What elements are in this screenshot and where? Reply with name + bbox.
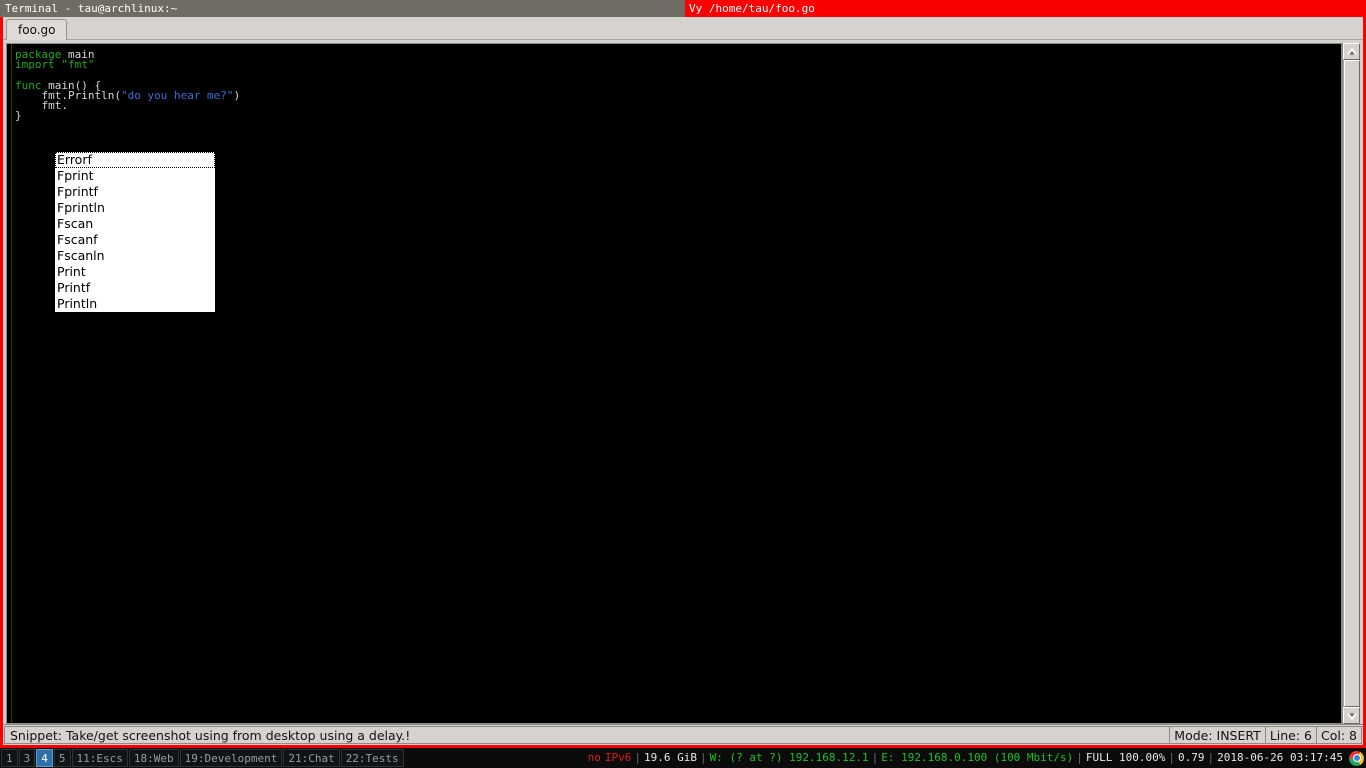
autocomplete-item-fprintf[interactable]: Fprintf: [55, 184, 215, 200]
autocomplete-item-print[interactable]: Print: [55, 264, 215, 280]
tray-wifi: W: (? at ?) 192.168.12.1: [709, 751, 869, 764]
code-token: }: [15, 109, 22, 123]
autocomplete-item-println[interactable]: Println: [55, 296, 215, 312]
status-col: Col: 8: [1316, 726, 1362, 744]
workspace-button-22-tests[interactable]: 22:Tests: [340, 749, 404, 767]
code-token: fmt.: [15, 98, 68, 112]
tray-load: 0.79: [1178, 751, 1205, 764]
workspace-button-18-web[interactable]: 18:Web: [128, 749, 179, 767]
scroll-up-button[interactable]: [1343, 43, 1360, 60]
autocomplete-item-fprintln[interactable]: Fprintln: [55, 200, 215, 216]
autocomplete-item-fprint[interactable]: Fprint: [55, 168, 215, 184]
code-line: package main: [15, 49, 1341, 60]
tray-separator: |: [1168, 751, 1176, 764]
workspace-button-19-development[interactable]: 19:Development: [179, 749, 283, 767]
taskbar: 1 3 4 5 11:Escs 18:Web 19:Development 21:Chat 22…: [0, 748, 1366, 768]
tray-separator: |: [700, 751, 707, 764]
desktop-root: Terminal - tau@archlinux:~ Vy /home/tau/…: [0, 0, 1366, 768]
workspace-button-3[interactable]: 3: [18, 749, 36, 767]
workspace-list: 1 3 4 5 11:Escs 18:Web 19:Development 21:Chat 22…: [0, 748, 404, 768]
editor-area: package main import "fmt" func main() { f…: [3, 40, 1363, 724]
autocomplete-item-errorf[interactable]: Errorf: [55, 152, 215, 168]
window-inner: foo.go package main import "fmt" func mai…: [3, 17, 1363, 745]
autocomplete-item-printf[interactable]: Printf: [55, 280, 215, 296]
chrome-icon[interactable]: [1349, 750, 1364, 766]
workspace-button-4[interactable]: 4: [36, 749, 53, 767]
code-line: fmt.Println("do you hear me?"): [15, 88, 1341, 102]
editor-vertical-scrollbar[interactable]: [1342, 43, 1360, 724]
tray-battery: FULL 100.00%: [1085, 751, 1166, 764]
tray-ipv6-label: IPv6: [604, 751, 632, 764]
tray-separator: |: [871, 751, 879, 764]
workspace-button-1[interactable]: 1: [1, 749, 18, 767]
code-line: import "fmt": [15, 58, 1341, 72]
tray-ethernet: E: 192.168.0.100 (100 Mbit/s): [881, 751, 1074, 764]
workspace-button-5[interactable]: 5: [53, 749, 71, 767]
code-view[interactable]: package main import "fmt" func main() { f…: [12, 44, 1341, 723]
status-mode: Mode: INSERT: [1169, 726, 1265, 744]
scroll-down-button[interactable]: [1343, 707, 1360, 724]
scrollbar-thumb[interactable]: [1344, 60, 1360, 707]
status-line: Line: 6: [1264, 726, 1316, 744]
triangle-up-icon: [1346, 47, 1357, 55]
system-tray: no IPv6 | 19.6 GiB | W: (? at ?) 192.168…: [586, 748, 1366, 768]
titlebar: Terminal - tau@archlinux:~ Vy /home/tau/…: [0, 0, 1366, 17]
autocomplete-item-fscanf[interactable]: Fscanf: [55, 232, 215, 248]
tray-clock: 2018-06-26 03:17:45: [1217, 751, 1343, 764]
tab-foo-go[interactable]: foo.go: [6, 19, 68, 40]
workspace-button-11-escs[interactable]: 11:Escs: [71, 749, 128, 767]
autocomplete-popup[interactable]: Errorf Fprint Fprintf Fprintln Fscan Fscanf Fs…: [54, 151, 216, 313]
code-line: }: [15, 109, 1341, 123]
tab-strip-background: [3, 17, 1363, 39]
code-token: "do you hear me?": [120, 88, 234, 102]
status-bar: Snippet: Take/get screenshot using from …: [3, 724, 1363, 745]
code-line: fmt.: [15, 98, 1341, 112]
tray-ipv6-status: no: [587, 751, 601, 764]
editor-frame[interactable]: package main import "fmt" func main() { f…: [6, 43, 1342, 724]
code-token: "fmt": [61, 58, 95, 72]
autocomplete-item-fscanln[interactable]: Fscanln: [55, 248, 215, 264]
tray-separator: |: [1076, 751, 1083, 764]
tray-disk: 19.6 GiB: [644, 751, 698, 764]
tab-bar: foo.go: [3, 17, 1363, 40]
tray-separator: |: [1207, 751, 1215, 764]
code-token: ): [233, 88, 241, 102]
window-border: foo.go package main import "fmt" func mai…: [0, 17, 1366, 748]
terminal-window-title: Terminal - tau@archlinux:~: [0, 0, 681, 17]
tray-separator: |: [634, 751, 642, 764]
triangle-down-icon: [1346, 712, 1357, 720]
workspace-button-21-chat[interactable]: 21:Chat: [283, 749, 340, 767]
scrollbar-track[interactable]: [1343, 60, 1360, 707]
autocomplete-item-fscan[interactable]: Fscan: [55, 216, 215, 232]
editor-window-title: Vy /home/tau/foo.go: [685, 0, 1366, 17]
status-message: Snippet: Take/get screenshot using from …: [4, 726, 1170, 744]
